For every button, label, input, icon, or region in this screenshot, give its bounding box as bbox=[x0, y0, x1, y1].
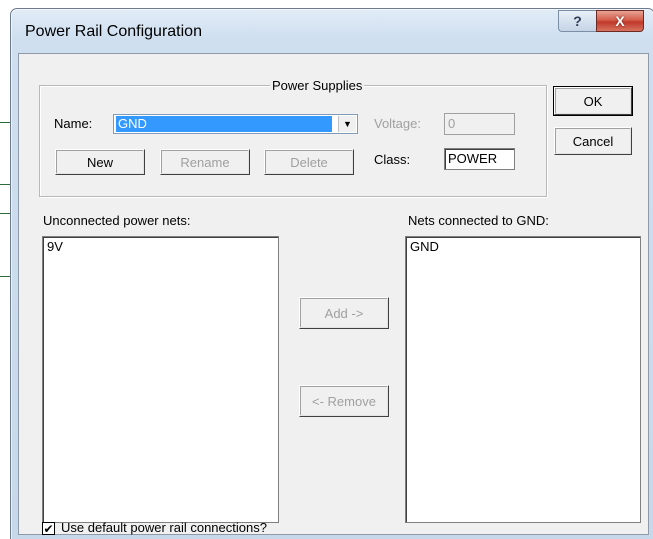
list-item[interactable]: GND bbox=[406, 237, 640, 254]
ok-button[interactable]: OK bbox=[553, 86, 633, 116]
power-supplies-group: Power Supplies bbox=[39, 78, 547, 197]
name-label: Name: bbox=[54, 116, 93, 131]
connected-nets-label: Nets connected to GND: bbox=[408, 213, 549, 228]
close-button[interactable]: X bbox=[596, 10, 644, 32]
remove-button-label: <- Remove bbox=[312, 393, 376, 409]
add-button[interactable]: Add -> bbox=[299, 297, 389, 329]
rename-button[interactable]: Rename bbox=[160, 149, 250, 175]
power-rail-dialog: Power Rail Configuration ? X Power Suppl… bbox=[10, 8, 653, 539]
caption-buttons: ? X bbox=[558, 10, 644, 32]
unconnected-nets-label: Unconnected power nets: bbox=[43, 213, 191, 228]
name-selected-value: GND bbox=[116, 116, 332, 132]
cancel-button[interactable]: Cancel bbox=[554, 127, 632, 155]
remove-button[interactable]: <- Remove bbox=[299, 385, 389, 417]
title-bar[interactable]: Power Rail Configuration ? X bbox=[11, 9, 653, 53]
screen: Power Rail Configuration ? X Power Suppl… bbox=[0, 0, 653, 539]
unconnected-nets-list[interactable]: 9V bbox=[42, 236, 279, 523]
new-button[interactable]: New bbox=[55, 149, 145, 175]
help-button[interactable]: ? bbox=[558, 10, 596, 32]
delete-button[interactable]: Delete bbox=[264, 149, 354, 175]
default-connections-checkbox[interactable]: ✔ bbox=[42, 522, 55, 535]
cancel-button-label: Cancel bbox=[572, 133, 614, 149]
ok-button-label: OK bbox=[583, 93, 603, 109]
dropdown-arrow-icon[interactable]: ▼ bbox=[338, 116, 356, 132]
connected-nets-list[interactable]: GND bbox=[405, 236, 641, 523]
voltage-field[interactable]: 0 bbox=[444, 113, 515, 135]
window-title: Power Rail Configuration bbox=[25, 23, 202, 40]
class-label: Class: bbox=[374, 152, 411, 167]
add-button-label: Add -> bbox=[324, 305, 364, 321]
rename-button-label: Rename bbox=[180, 154, 230, 170]
dialog-body: Power Supplies Name: GND ▼ Voltage: 0 Ne… bbox=[18, 53, 649, 535]
voltage-label: Voltage: bbox=[374, 116, 421, 131]
help-icon: ? bbox=[573, 13, 582, 29]
delete-button-label: Delete bbox=[290, 154, 328, 170]
close-icon: X bbox=[615, 13, 625, 29]
list-item[interactable]: 9V bbox=[43, 237, 278, 254]
group-title: Power Supplies bbox=[270, 78, 365, 93]
class-field[interactable]: POWER bbox=[444, 148, 515, 170]
default-connections-label: Use default power rail connections? bbox=[61, 520, 267, 535]
new-button-label: New bbox=[86, 154, 113, 170]
name-select[interactable]: GND ▼ bbox=[113, 114, 358, 134]
check-icon: ✔ bbox=[43, 521, 54, 536]
